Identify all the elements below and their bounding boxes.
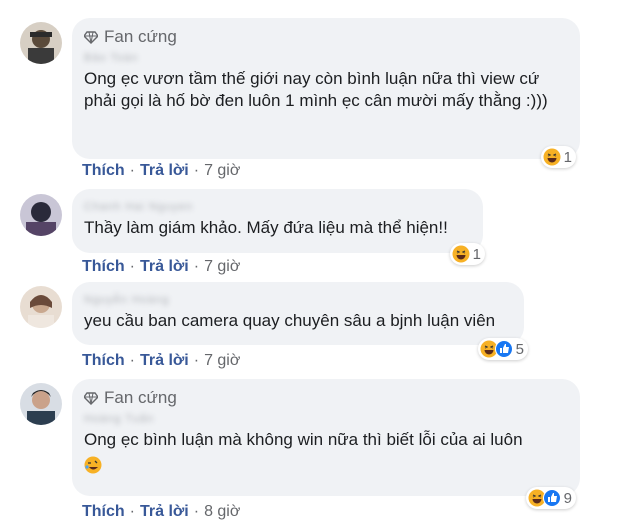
avatar[interactable] xyxy=(20,22,62,64)
reply-link[interactable]: Trả lời xyxy=(140,352,189,370)
reaction-summary[interactable]: 1 xyxy=(449,243,485,265)
reply-link[interactable]: Trả lời xyxy=(140,503,189,521)
comment-text: Thầy làm giám khảo. Mấy đứa liệu mà thể … xyxy=(84,218,448,237)
reaction-count: 1 xyxy=(563,148,572,166)
commenter-name[interactable]: Nguyễn Hoàng xyxy=(84,294,169,308)
separator: · xyxy=(129,162,135,179)
reaction-summary[interactable]: 5 xyxy=(477,338,528,360)
separator: · xyxy=(193,503,200,520)
commenter-name[interactable]: Chanh Hai Nguyen xyxy=(84,201,193,215)
timestamp[interactable]: 7 giờ xyxy=(204,162,240,180)
fan-badge: Fan cứng xyxy=(84,387,568,409)
like-reaction-icon xyxy=(494,340,513,358)
like-reaction-icon xyxy=(542,489,561,507)
comment-bubble: Nguyễn Hoàng yeu cầu ban camera quay chu… xyxy=(72,282,524,345)
separator: · xyxy=(193,352,200,369)
reaction-summary[interactable]: 1 xyxy=(540,146,576,168)
comment-text: yeu cầu ban camera quay chuyên sâu a bjn… xyxy=(84,311,496,330)
timestamp[interactable]: 8 giờ xyxy=(204,503,240,521)
separator: · xyxy=(193,162,200,179)
comment-text: Ong ẹc vươn tầm thế giới nay còn bình lu… xyxy=(84,69,548,110)
separator: · xyxy=(129,352,135,369)
diamond-icon xyxy=(84,392,98,405)
reaction-count: 5 xyxy=(515,340,524,358)
like-link[interactable]: Thích xyxy=(82,162,125,180)
comment-actions: Thích · Trả lời · 7 giờ xyxy=(82,258,240,276)
badge-label: Fan cứng xyxy=(104,27,177,46)
separator: · xyxy=(129,258,135,275)
like-link[interactable]: Thích xyxy=(82,258,125,276)
like-link[interactable]: Thích xyxy=(82,352,125,370)
comment-text: Ong ẹc bình luận mà không win nữa thì bi… xyxy=(84,430,523,449)
commenter-name[interactable]: Bảo Toàn xyxy=(84,52,138,66)
comment-bubble: Fan cứng Hoàng Tuấn Ong ẹc bình luận mà … xyxy=(72,379,580,496)
rolling-laughing-emoji-icon xyxy=(84,456,102,474)
avatar[interactable] xyxy=(20,383,62,425)
comment-emoji-line xyxy=(84,453,568,475)
commenter-name[interactable]: Hoàng Tuấn xyxy=(84,413,154,427)
comment-actions: Thích · Trả lời · 7 giờ xyxy=(82,162,240,180)
reply-link[interactable]: Trả lời xyxy=(140,162,189,180)
reaction-summary[interactable]: 9 xyxy=(525,487,576,509)
reaction-count: 9 xyxy=(563,489,572,507)
avatar[interactable] xyxy=(20,194,62,236)
badge-label: Fan cứng xyxy=(104,388,177,407)
comment-bubble: Fan cứng Bảo Toàn Ong ẹc vươn tầm thế gi… xyxy=(72,18,580,159)
comment-actions: Thích · Trả lời · 7 giờ xyxy=(82,352,240,370)
timestamp[interactable]: 7 giờ xyxy=(204,258,240,276)
haha-reaction-icon xyxy=(543,148,561,166)
timestamp[interactable]: 7 giờ xyxy=(204,352,240,370)
diamond-icon xyxy=(84,31,98,44)
reply-link[interactable]: Trả lời xyxy=(140,258,189,276)
haha-reaction-icon xyxy=(452,245,470,263)
like-link[interactable]: Thích xyxy=(82,503,125,521)
avatar[interactable] xyxy=(20,286,62,328)
separator: · xyxy=(129,503,135,520)
separator: · xyxy=(193,258,200,275)
comment-actions: Thích · Trả lời · 8 giờ xyxy=(82,503,240,521)
fan-badge: Fan cứng xyxy=(84,26,568,48)
comment-bubble: Chanh Hai Nguyen Thầy làm giám khảo. Mấy… xyxy=(72,189,483,253)
reaction-count: 1 xyxy=(472,245,481,263)
